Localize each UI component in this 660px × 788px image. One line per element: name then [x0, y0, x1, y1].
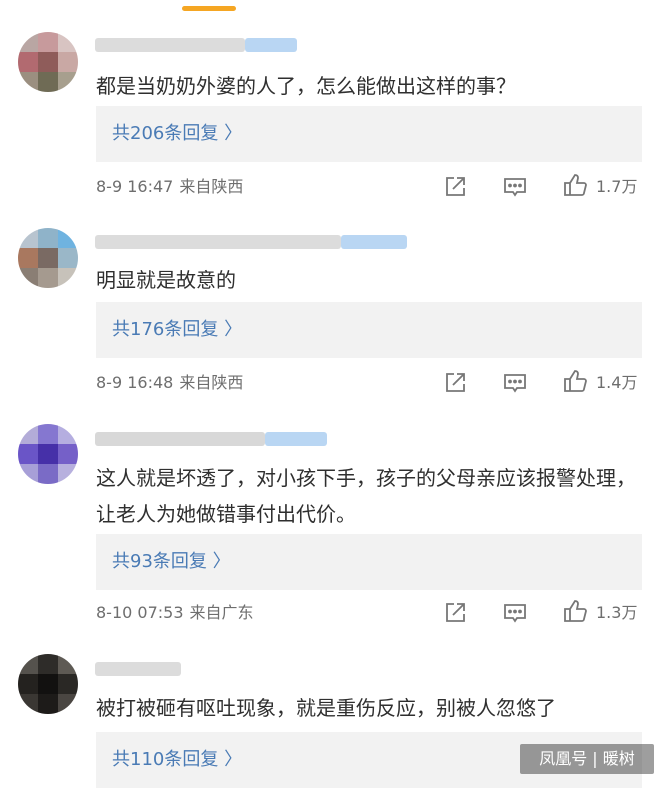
replies-link[interactable]: 共176条回复 〉	[96, 302, 642, 358]
replies-label[interactable]: 共206条回复 〉	[112, 122, 242, 146]
replies-label[interactable]: 共110条回复 〉	[112, 748, 242, 772]
comment-date: 8-9 16:47	[96, 177, 174, 196]
like-count: 1.7万	[596, 177, 638, 196]
thumbs-up-icon[interactable]	[562, 598, 588, 624]
comment-text: 这人就是坏透了，对小孩下手，孩子的父母亲应该报警处理，让老人为她做错事付出代价。	[96, 466, 636, 526]
avatar[interactable]	[18, 32, 78, 92]
username-blurred[interactable]	[95, 658, 405, 680]
share-icon[interactable]	[442, 174, 468, 200]
username-blurred[interactable]	[95, 428, 405, 450]
replies-label[interactable]: 共93条回复 〉	[112, 550, 231, 574]
username-blurred[interactable]	[95, 34, 405, 56]
comment-text: 明显就是故意的	[96, 268, 236, 292]
tab-indicator	[182, 6, 236, 11]
share-icon[interactable]	[442, 600, 468, 626]
replies-label[interactable]: 共176条回复 〉	[112, 318, 242, 342]
comment-icon[interactable]	[502, 600, 528, 626]
comment-date: 8-9 16:48	[96, 373, 174, 392]
comment-date: 8-10 07:53	[96, 603, 184, 622]
username-blurred[interactable]	[95, 231, 407, 253]
comment-text: 被打被砸有呕吐现象，就是重伤反应，别被人忽悠了	[96, 696, 556, 720]
comment-location: 来自广东	[189, 603, 254, 622]
avatar[interactable]	[18, 424, 78, 484]
comment-meta: 8-10 07:53 来自广东	[96, 602, 254, 624]
share-icon[interactable]	[442, 370, 468, 396]
comment-location: 来自陕西	[179, 177, 244, 196]
comment-text: 都是当奶奶外婆的人了，怎么能做出这样的事？	[96, 74, 516, 98]
comment-location: 来自陕西	[179, 373, 244, 392]
watermark: 凤凰号 | 暖树	[520, 744, 654, 774]
replies-link[interactable]: 共206条回复 〉	[96, 106, 642, 162]
replies-link[interactable]: 共93条回复 〉	[96, 534, 642, 590]
comment-meta: 8-9 16:47 来自陕西	[96, 176, 243, 198]
thumbs-up-icon[interactable]	[562, 172, 588, 198]
like-count: 1.4万	[596, 373, 638, 392]
comment-meta: 8-9 16:48 来自陕西	[96, 372, 243, 394]
avatar[interactable]	[18, 228, 78, 288]
thumbs-up-icon[interactable]	[562, 368, 588, 394]
like-count: 1.3万	[596, 603, 638, 622]
avatar[interactable]	[18, 654, 78, 714]
comment-icon[interactable]	[502, 174, 528, 200]
comment-icon[interactable]	[502, 370, 528, 396]
